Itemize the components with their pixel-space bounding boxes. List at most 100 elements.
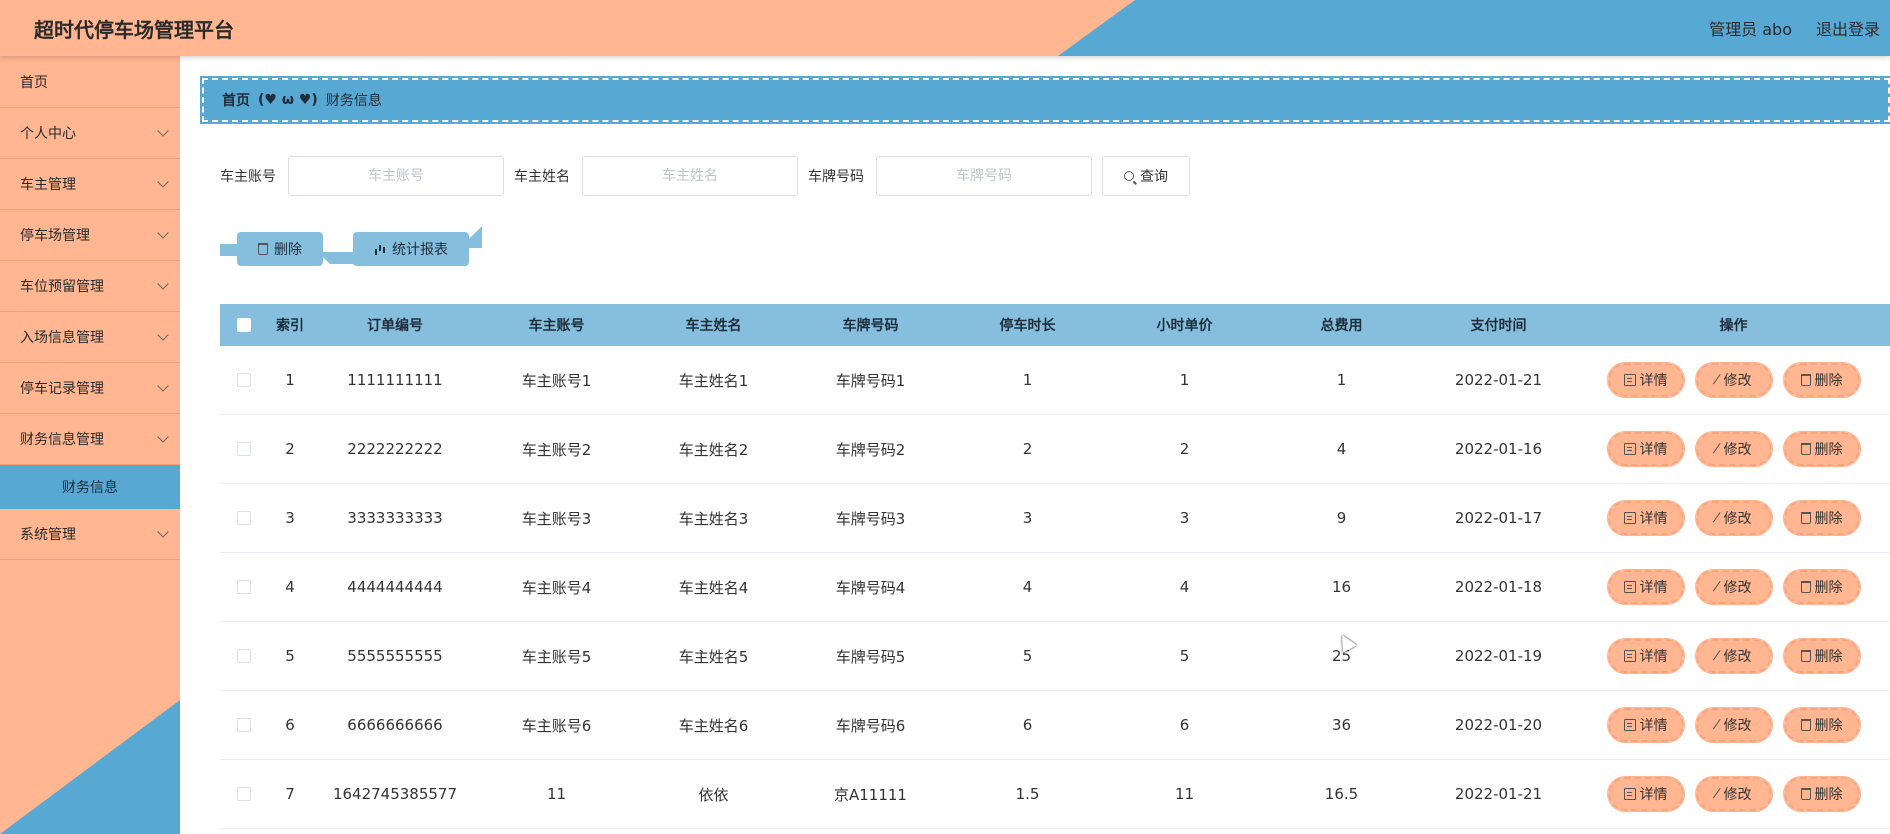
sidebar-item[interactable]: 停车记录管理 <box>0 363 180 414</box>
delete-button[interactable]: 删除 <box>1782 707 1861 743</box>
detail-button-label: 详情 <box>1639 580 1668 596</box>
delete-button-label: 删除 <box>1814 442 1843 458</box>
delete-button[interactable]: 删除 <box>1782 638 1861 674</box>
pencil-icon <box>1712 373 1723 387</box>
edit-button[interactable]: 修改 <box>1694 569 1773 605</box>
breadcrumb-current: 财务信息 <box>325 93 382 109</box>
sidebar-item-label: 车位预留管理 <box>20 279 104 295</box>
plate-search-input[interactable] <box>876 156 1092 196</box>
plate-number-cell: 车牌号码3 <box>835 509 906 528</box>
detail-button-label: 详情 <box>1639 787 1668 803</box>
row-checkbox[interactable] <box>237 442 251 456</box>
edit-button[interactable]: 修改 <box>1694 500 1773 536</box>
row-checkbox[interactable] <box>237 649 251 663</box>
top-header: 超时代停车场管理平台 管理员 abo 退出登录 <box>0 0 1890 56</box>
sidebar-item[interactable]: 车主管理 <box>0 159 180 210</box>
edit-button[interactable]: 修改 <box>1694 707 1773 743</box>
delete-button[interactable]: 删除 <box>1782 362 1861 398</box>
hourly-price-cell: 11 <box>1174 785 1195 803</box>
logout-link[interactable]: 退出登录 <box>1816 16 1880 40</box>
row-actions: 详情 修改 删除 <box>1577 707 1890 743</box>
column-header: 小时单价 <box>1156 318 1213 334</box>
chevron-down-icon <box>157 431 169 443</box>
document-icon <box>1623 581 1636 593</box>
sidebar-item[interactable]: 首页 <box>0 56 180 108</box>
column-header: 订单编号 <box>367 318 423 334</box>
statistics-report-button[interactable]: 统计报表 <box>353 232 469 266</box>
row-checkbox[interactable] <box>237 580 251 594</box>
owner-name-cell: 车主姓名3 <box>678 509 749 528</box>
delete-button[interactable]: 删除 <box>1782 500 1861 536</box>
query-button[interactable]: 查询 <box>1102 156 1190 196</box>
delete-button[interactable]: 删除 <box>1782 431 1861 467</box>
row-checkbox[interactable] <box>237 511 251 525</box>
column-header: 车牌号码 <box>842 318 899 334</box>
sidebar-item-label: 系统管理 <box>20 527 76 543</box>
chevron-down-icon <box>157 526 169 538</box>
name-search-input[interactable] <box>582 156 798 196</box>
edit-button-label: 修改 <box>1723 373 1752 389</box>
pencil-icon <box>1712 442 1723 456</box>
detail-button[interactable]: 详情 <box>1606 431 1685 467</box>
detail-button-label: 详情 <box>1639 718 1668 734</box>
account-search-input[interactable] <box>288 156 504 196</box>
admin-user-label[interactable]: 管理员 abo <box>1709 16 1792 40</box>
sidebar: 首页 个人中心 车主管理 停车场管理 车位预留管理 入场信息管理 停车记录管理 财务信息管理 … <box>0 56 180 834</box>
pencil-icon <box>1712 580 1723 594</box>
sidebar-item[interactable]: 个人中心 <box>0 108 180 159</box>
column-header: 操作 <box>1719 318 1748 334</box>
breadcrumb-separator: (♥ ω ♥) <box>258 92 318 108</box>
header-user-area: 管理员 abo 退出登录 <box>1709 16 1880 40</box>
table-header: 索引 订单编号 车主账号 车主姓名 车牌号码 停车时长 小时单价 总费用 支付时… <box>220 304 1890 346</box>
detail-button[interactable]: 详情 <box>1606 638 1685 674</box>
paid-time-cell: 2022-01-16 <box>1454 440 1543 458</box>
detail-button[interactable]: 详情 <box>1606 569 1685 605</box>
duration-cell: 6 <box>1022 716 1033 734</box>
order-number-cell: 2222222222 <box>347 440 443 458</box>
row-select <box>220 511 268 525</box>
sidebar-nav: 首页个人中心车主管理 停车场管理车位预留管理入场信息管理 停车记录管理财务信息管理 <box>0 56 180 465</box>
breadcrumb-home[interactable]: 首页 <box>222 90 250 110</box>
edit-button[interactable]: 修改 <box>1694 362 1773 398</box>
hourly-price-cell: 4 <box>1179 578 1190 596</box>
owner-name-cell: 车主姓名1 <box>678 371 749 390</box>
row-checkbox[interactable] <box>237 787 251 801</box>
table-row: 5 5555555555 车主账号5 车主姓名5 车牌号码5 5 5 25 2022-01-19… <box>220 622 1890 691</box>
edit-button[interactable]: 修改 <box>1694 431 1773 467</box>
sidebar-item-system[interactable]: 系统管理 <box>0 509 180 560</box>
bulk-delete-button[interactable]: 删除 <box>237 232 323 266</box>
sidebar-item[interactable]: 停车场管理 <box>0 210 180 261</box>
hourly-price-cell: 6 <box>1179 716 1190 734</box>
detail-button[interactable]: 详情 <box>1606 776 1685 812</box>
duration-cell: 3 <box>1022 509 1033 527</box>
sidebar-subitem-finance-info[interactable]: 财务信息 <box>0 465 180 509</box>
select-all-checkbox[interactable] <box>237 318 251 332</box>
row-actions: 详情 修改 删除 <box>1577 776 1890 812</box>
delete-button[interactable]: 删除 <box>1782 776 1861 812</box>
sidebar-item-label: 个人中心 <box>20 126 76 142</box>
edit-button[interactable]: 修改 <box>1694 776 1773 812</box>
detail-button[interactable]: 详情 <box>1606 500 1685 536</box>
table-row: 7 1642745385577 11 依依 京A11111 1.5 11 16.5 2022-0… <box>220 760 1890 829</box>
sidebar-item[interactable]: 财务信息管理 <box>0 414 180 465</box>
sidebar-item[interactable]: 车位预留管理 <box>0 261 180 312</box>
row-checkbox[interactable] <box>237 373 251 387</box>
plate-number-cell: 车牌号码1 <box>835 371 906 390</box>
sidebar-item-label: 财务信息管理 <box>20 432 104 448</box>
row-checkbox[interactable] <box>237 718 251 732</box>
order-number-cell: 1642745385577 <box>332 785 458 803</box>
row-select <box>220 649 268 663</box>
trash-icon <box>1800 512 1811 524</box>
trash-icon <box>1800 650 1811 662</box>
owner-name-cell: 车主姓名4 <box>678 578 749 597</box>
owner-account-cell: 车主账号6 <box>521 716 592 735</box>
chevron-down-icon <box>157 329 169 341</box>
edit-button[interactable]: 修改 <box>1694 638 1773 674</box>
order-number-cell: 4444444444 <box>347 578 443 596</box>
delete-button[interactable]: 删除 <box>1782 569 1861 605</box>
sidebar-item[interactable]: 入场信息管理 <box>0 312 180 363</box>
sidebar-item-label: 首页 <box>20 74 48 91</box>
edit-button-label: 修改 <box>1723 580 1752 596</box>
detail-button[interactable]: 详情 <box>1606 707 1685 743</box>
detail-button[interactable]: 详情 <box>1606 362 1685 398</box>
